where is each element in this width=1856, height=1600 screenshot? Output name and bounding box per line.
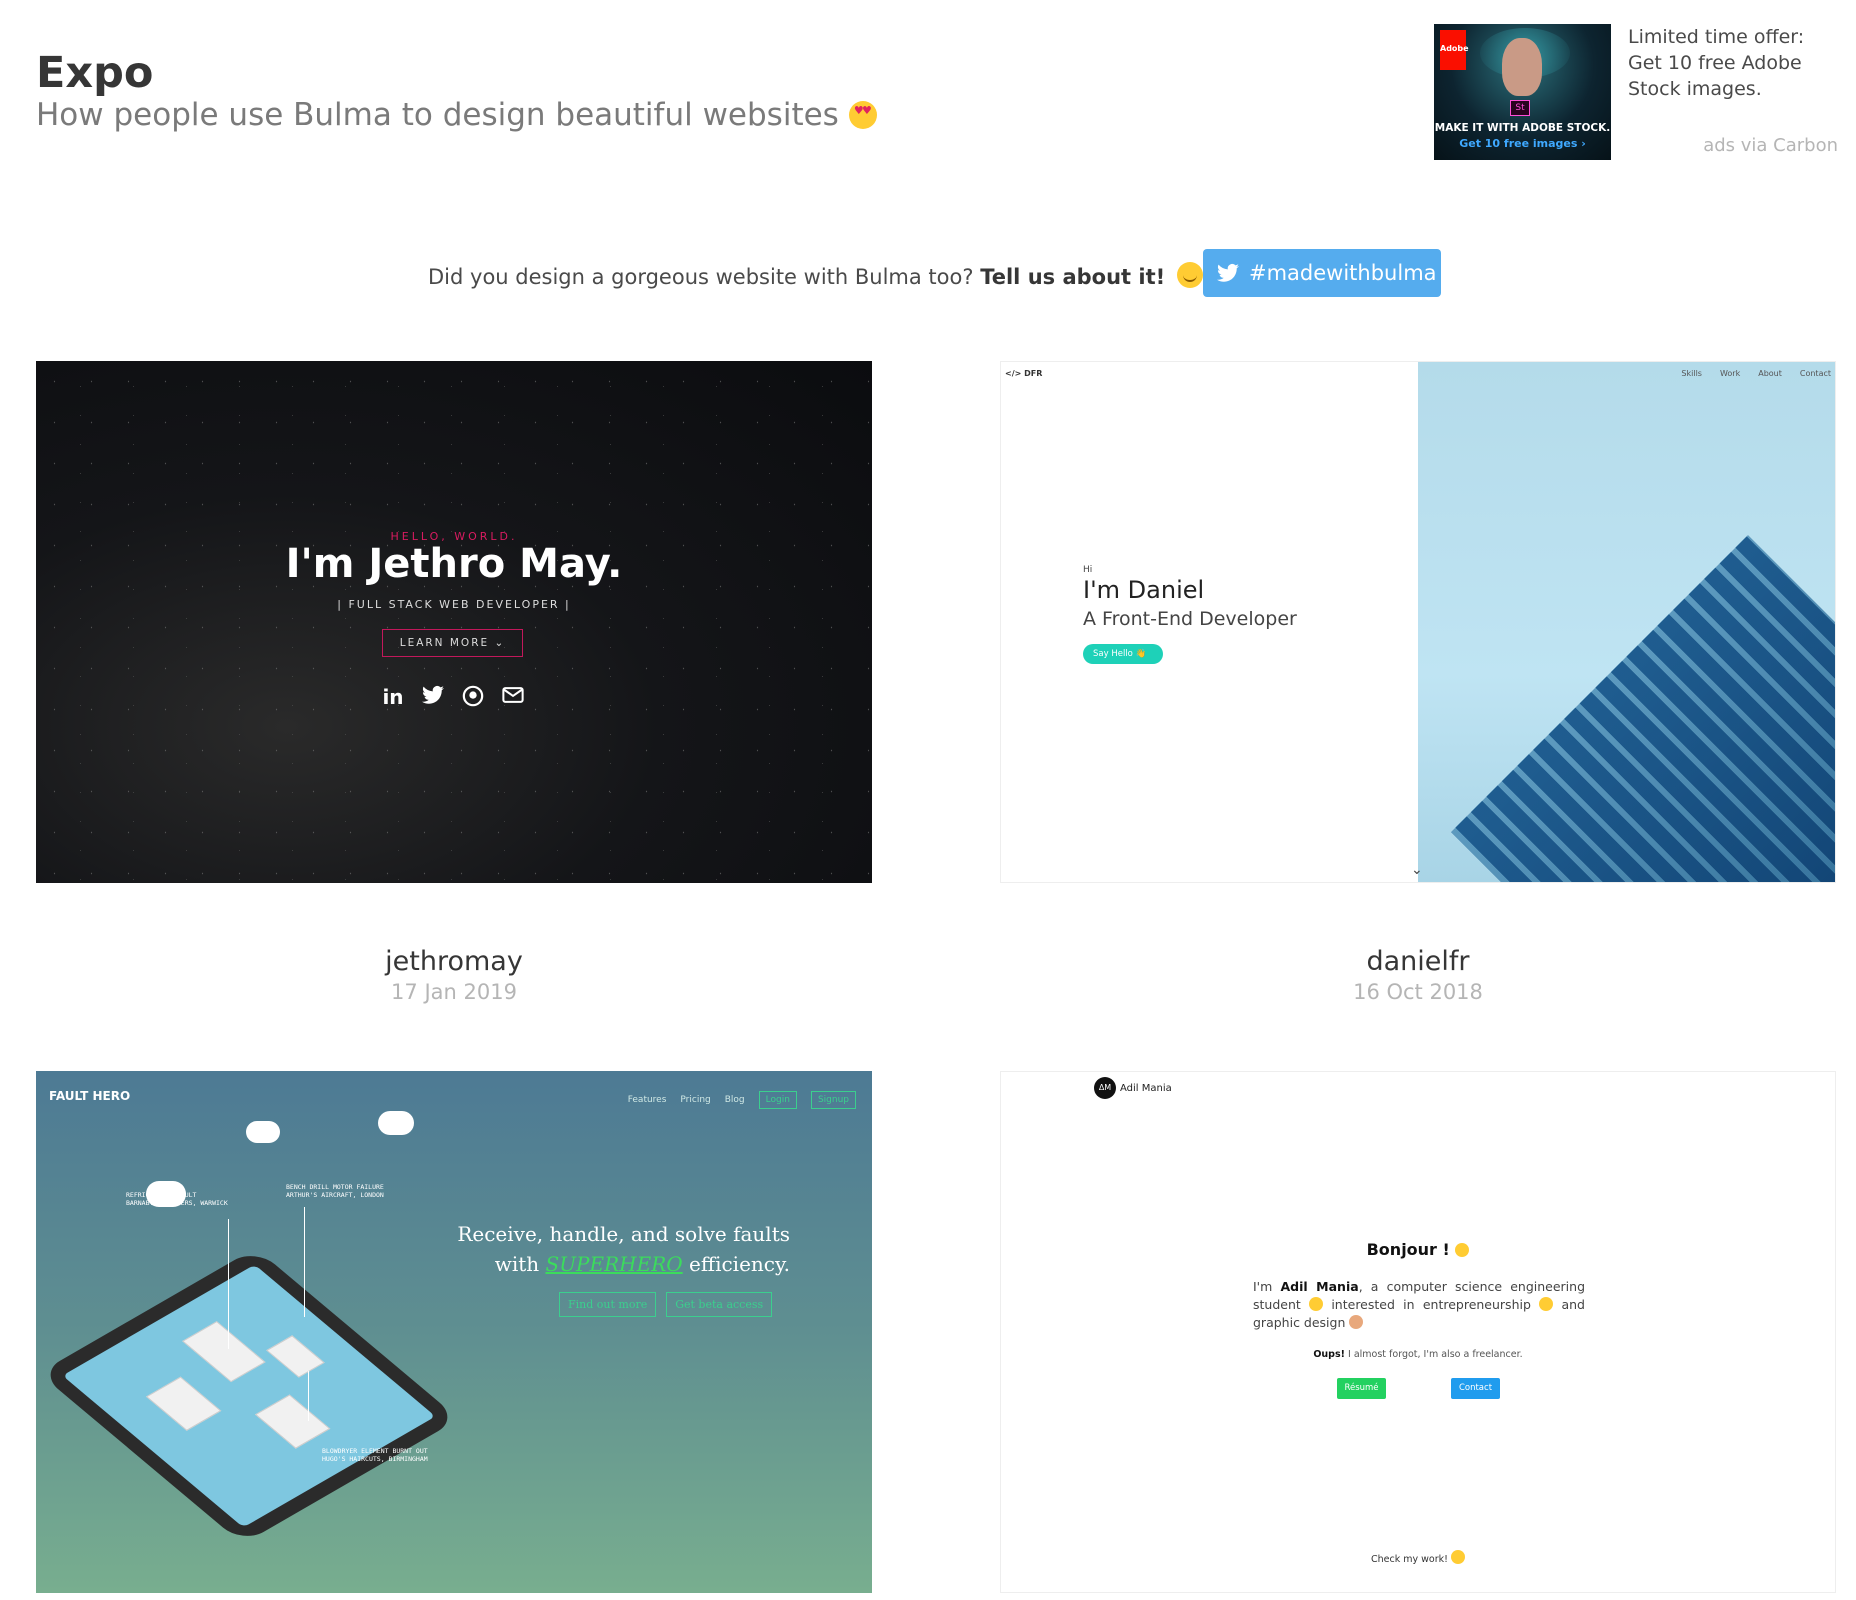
tell-us-link[interactable]: Tell us about it! — [980, 265, 1165, 289]
logo-mark: ΔΜ — [1094, 1077, 1116, 1099]
student-emoji-icon — [1309, 1297, 1324, 1311]
showcase-user-jethromay[interactable]: jethromay — [36, 946, 872, 977]
showcase-user-danielfr[interactable]: danielfr — [1000, 946, 1836, 977]
site-logo: </> DFR — [1005, 369, 1043, 378]
get-beta-access-button: Get beta access — [666, 1292, 773, 1317]
cloud-icon — [378, 1111, 414, 1135]
linkedin-icon: in — [382, 685, 404, 709]
showcase-screenshot-adilmania[interactable]: ΔΜ Adil Mania Bonjour ! I'm Adil Mania, a… — [1000, 1071, 1836, 1593]
say-hello-button: Say Hello 👋 — [1083, 644, 1163, 664]
ads-via-carbon-link[interactable]: ads via Carbon — [1703, 135, 1838, 156]
fault-note: BLOWDRYER ELEMENT BURNT OUT HUGO'S HAIRC… — [322, 1447, 428, 1463]
envelope-icon — [501, 685, 525, 709]
madewithbulma-twitter-button[interactable]: #madewithbulma — [1203, 249, 1441, 297]
site-greeting: Hi — [1083, 565, 1093, 575]
cloud-icon — [246, 1121, 280, 1143]
showcase-screenshot-faulthero[interactable]: FAULT HERO Features Pricing Blog Login S… — [36, 1071, 872, 1593]
submit-site-prompt: Did you design a gorgeous website with B… — [428, 262, 1204, 289]
site-greeting: Bonjour ! — [1001, 1240, 1835, 1259]
site-logo: FAULT HERO — [49, 1089, 131, 1103]
ad-image[interactable]: Adobe St MAKE IT WITH ADOBE STOCK. Get 1… — [1434, 24, 1611, 160]
twitter-icon — [1217, 263, 1239, 282]
site-headline: I'm Daniel — [1083, 576, 1205, 604]
showcase-screenshot-danielfr[interactable]: </> DFR Skills Work About Contact Hi I'm… — [1000, 361, 1836, 883]
palette-emoji-icon — [1349, 1315, 1364, 1329]
chevron-down-icon: ⌄ — [1411, 862, 1423, 878]
site-headline: Receive, handle, and solve faults with S… — [457, 1222, 790, 1276]
page-subtitle: How people use Bulma to design beautiful… — [36, 97, 877, 133]
hugging-emoji-icon — [1177, 262, 1204, 288]
site-logo: ΔΜ Adil Mania — [1094, 1077, 1172, 1099]
freelancer-note: Oups! I almost forgot, I'm also a freela… — [1313, 1349, 1523, 1360]
twitter-button-label: #madewithbulma — [1249, 261, 1437, 285]
showcase-date: 16 Oct 2018 — [1353, 980, 1483, 1004]
site-intro: I'm Adil Mania, a computer science engin… — [1253, 1279, 1586, 1330]
github-icon — [461, 685, 485, 709]
adobe-stock-badge: St — [1510, 100, 1530, 116]
ad-image-link: Get 10 free images › — [1459, 137, 1586, 150]
fault-note: REFRIGERATOR FAULT BARNABY'S BURGERS, WA… — [126, 1191, 228, 1207]
phone-illustration — [38, 1247, 460, 1545]
site-role: A Front-End Developer — [1083, 608, 1297, 630]
site-buttons: Find out more Get beta access — [559, 1292, 773, 1317]
showcase-date: 17 Jan 2019 — [391, 980, 517, 1004]
adobe-logo-icon: Adobe — [1440, 30, 1469, 70]
resume-button: Résumé — [1337, 1378, 1386, 1399]
ad-image-caption: MAKE IT WITH ADOBE STOCK. — [1434, 122, 1611, 134]
waving-hand-icon — [1455, 1243, 1470, 1257]
contact-button: Contact — [1451, 1378, 1500, 1399]
ad-text-link[interactable]: Limited time offer: Get 10 free Adobe St… — [1628, 24, 1838, 102]
site-role: | FULL STACK WEB DEVELOPER | — [337, 598, 571, 611]
social-icons: in — [381, 685, 525, 709]
pointing-down-icon — [1450, 1550, 1465, 1564]
handshake-emoji-icon — [1539, 1297, 1554, 1311]
site-nav: Skills Work About Contact — [1681, 369, 1831, 378]
fault-note: BENCH DRILL MOTOR FAILURE ARTHUR'S AIRCR… — [286, 1183, 384, 1199]
heart-eyes-emoji-icon — [848, 101, 877, 129]
page-title: Expo — [36, 48, 154, 98]
site-headline: I'm Jethro May. — [285, 541, 623, 587]
twitter-icon — [421, 685, 445, 709]
learn-more-button: LEARN MORE ⌄ — [382, 629, 523, 657]
check-my-work: Check my work! — [1001, 1550, 1835, 1565]
showcase-screenshot-jethromay[interactable]: HELLO, WORLD. I'm Jethro May. | FULL STA… — [36, 361, 872, 883]
find-out-more-button: Find out more — [559, 1292, 657, 1317]
site-nav: Features Pricing Blog Login Signup — [628, 1091, 856, 1109]
building-photo: Skills Work About Contact — [1418, 362, 1835, 882]
